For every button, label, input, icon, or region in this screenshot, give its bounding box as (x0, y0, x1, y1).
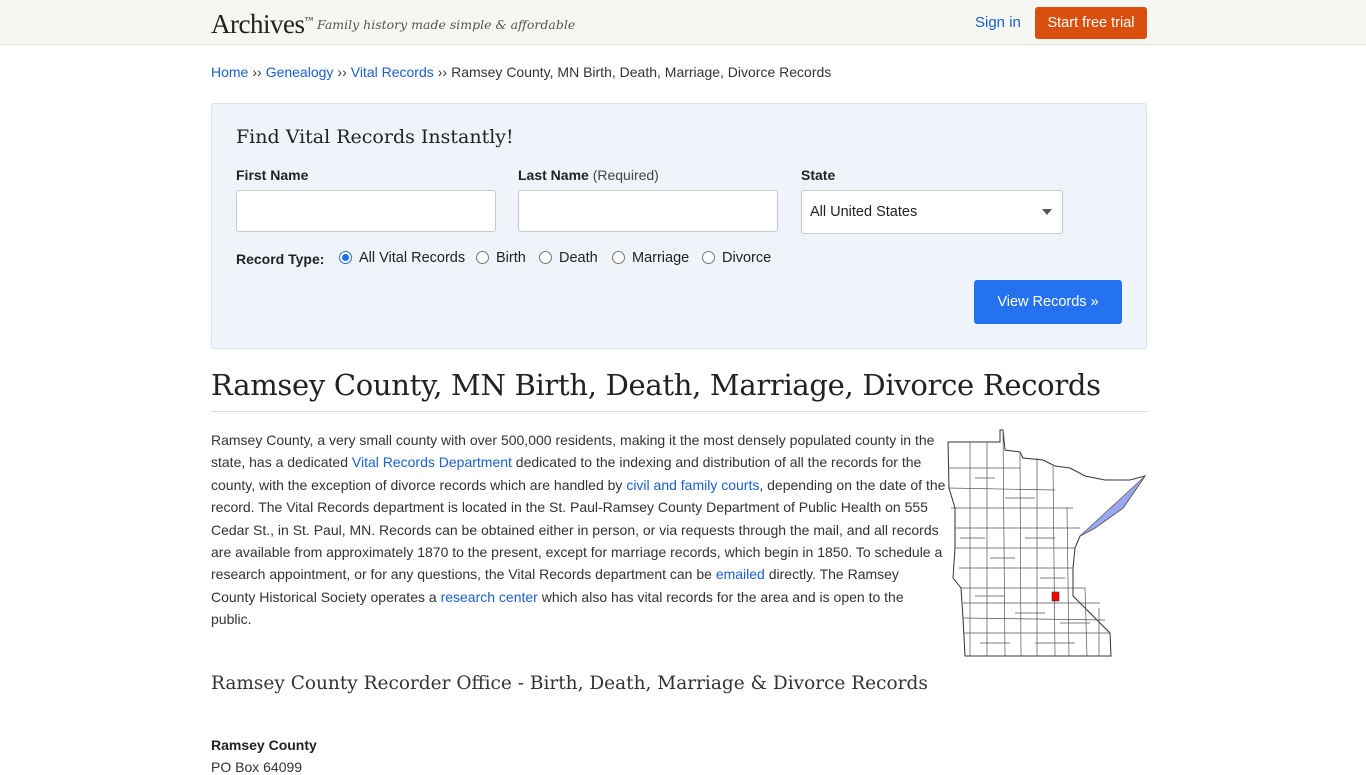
research-center-link[interactable]: research center (441, 589, 538, 605)
chevron-down-icon (1042, 209, 1052, 215)
view-records-button[interactable]: View Records » (974, 280, 1122, 324)
ramsey-county-highlight (1051, 591, 1060, 602)
breadcrumb-separator: ›› (437, 64, 448, 80)
logo-text: Archives (211, 9, 305, 39)
radio-death[interactable]: Death (539, 250, 598, 266)
state-outline (947, 429, 1147, 657)
radio-icon (539, 251, 552, 264)
radio-label: All Vital Records (359, 250, 466, 266)
minnesota-county-map (947, 429, 1147, 657)
breadcrumb-separator: ›› (252, 64, 262, 80)
first-name-input[interactable] (236, 190, 496, 232)
state-select[interactable]: All United States (801, 190, 1063, 234)
radio-marriage[interactable]: Marriage (612, 250, 689, 266)
record-type-label: Record Type: (236, 251, 325, 267)
radio-checked-icon (339, 251, 352, 264)
emailed-link[interactable]: emailed (716, 566, 765, 582)
radio-birth[interactable]: Birth (476, 250, 526, 266)
radio-divorce[interactable]: Divorce (702, 250, 771, 266)
tagline: Family history made simple & affordable (317, 17, 576, 32)
first-name-label: First Name (236, 167, 309, 183)
radio-label: Divorce (722, 250, 772, 266)
radio-icon (476, 251, 489, 264)
recorder-office-heading: Ramsey County Recorder Office - Birth, D… (211, 673, 928, 694)
state-select-value: All United States (810, 204, 918, 220)
lake-superior (1079, 475, 1146, 537)
search-title: Find Vital Records Instantly! (236, 126, 514, 148)
state-label: State (801, 167, 836, 183)
last-name-input[interactable] (518, 190, 778, 232)
archives-logo[interactable]: Archives™ (211, 9, 313, 40)
county-grid (947, 429, 1147, 657)
radio-icon (702, 251, 715, 264)
civil-family-courts-link[interactable]: civil and family courts (626, 477, 759, 493)
logo-trademark: ™ (304, 15, 313, 25)
radio-label: Death (559, 250, 598, 266)
last-name-label: Last Name (Required) (518, 167, 659, 183)
breadcrumb-current: Ramsey County, MN Birth, Death, Marriage… (451, 64, 832, 80)
title-divider (211, 411, 1147, 412)
search-form: Find Vital Records Instantly! First Name… (211, 103, 1147, 349)
page-title: Ramsey County, MN Birth, Death, Marriage… (211, 368, 1101, 402)
address-line: PO Box 64099 (211, 759, 303, 775)
radio-all-vital-records[interactable]: All Vital Records (339, 250, 465, 266)
required-note: (Required) (592, 167, 659, 183)
breadcrumb-genealogy[interactable]: Genealogy (266, 64, 334, 80)
county-description: Ramsey County, a very small county with … (211, 429, 947, 631)
address-name: Ramsey County (211, 737, 317, 753)
radio-label: Birth (496, 250, 526, 266)
radio-label: Marriage (632, 250, 690, 266)
breadcrumb: Home ›› Genealogy ›› Vital Records ›› Ramsey C… (211, 64, 831, 80)
breadcrumb-vital-records[interactable]: Vital Records (351, 64, 434, 80)
vital-records-department-link[interactable]: Vital Records Department (352, 454, 512, 470)
breadcrumb-home[interactable]: Home (211, 64, 248, 80)
last-name-label-text: Last Name (518, 167, 589, 183)
start-free-trial-button[interactable]: Start free trial (1035, 7, 1147, 39)
site-header: Archives™ Family history made simple & a… (0, 0, 1366, 45)
breadcrumb-separator: ›› (337, 64, 347, 80)
sign-in-link[interactable]: Sign in (975, 14, 1021, 31)
radio-icon (612, 251, 625, 264)
